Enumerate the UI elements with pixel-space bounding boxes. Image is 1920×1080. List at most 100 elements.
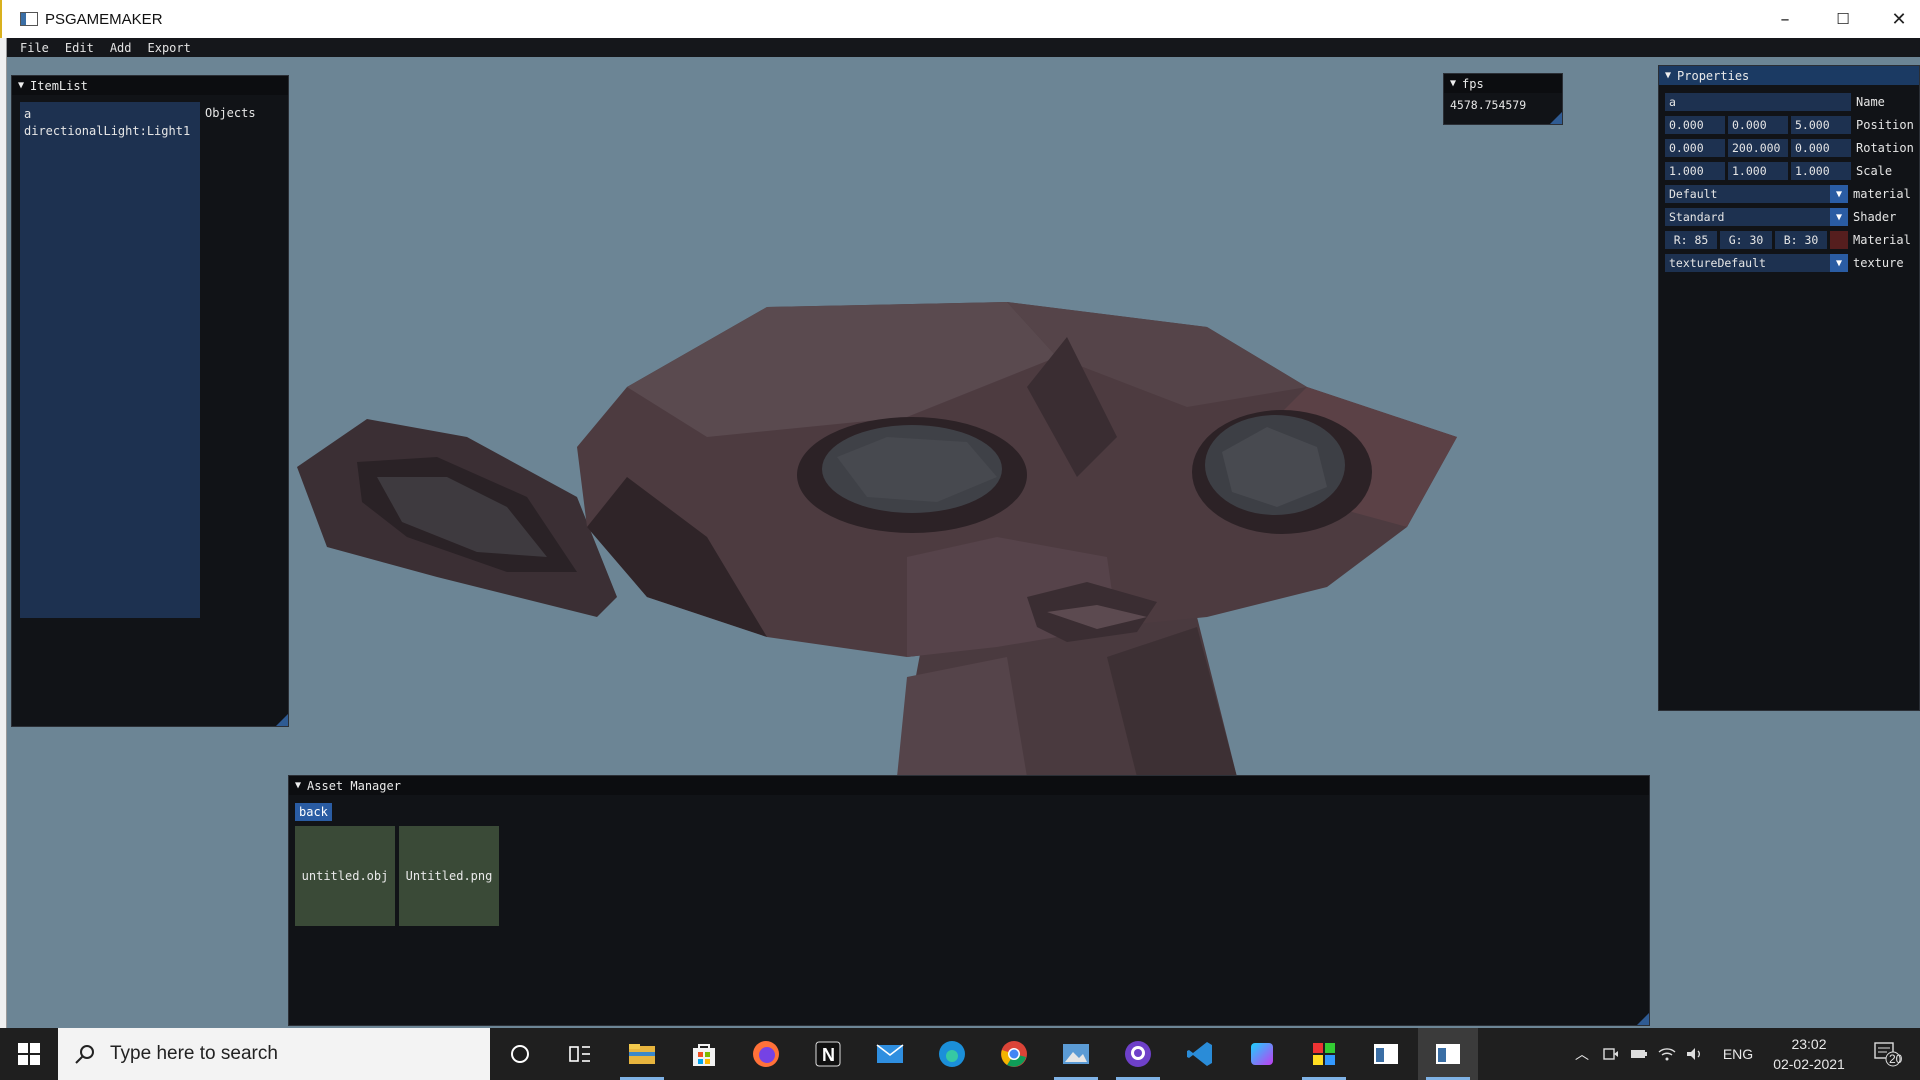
rotation-y-input[interactable]: 200.000 xyxy=(1728,139,1788,157)
itemlist-title-bar[interactable]: ▼ ItemList xyxy=(12,76,288,95)
objects-label: Objects xyxy=(205,106,256,120)
resize-grip[interactable] xyxy=(276,714,288,726)
material-color-row: R: 85 G: 30 B: 30 Material xyxy=(1665,231,1911,249)
window-left-edge xyxy=(0,38,7,1028)
maximize-button[interactable]: ☐ xyxy=(1814,0,1872,38)
position-y-input[interactable]: 0.000 xyxy=(1728,116,1788,134)
list-item[interactable]: directionalLight:Light1 xyxy=(24,123,196,140)
rotation-label: Rotation xyxy=(1856,141,1914,155)
texture-label: texture xyxy=(1853,256,1904,270)
vscode-icon[interactable] xyxy=(1170,1028,1230,1080)
color-r-input[interactable]: R: 85 xyxy=(1665,231,1717,249)
position-row: 0.000 0.000 5.000 Position xyxy=(1665,116,1914,134)
texture-row: textureDefault ▼ texture xyxy=(1665,254,1904,272)
firefox-icon[interactable] xyxy=(736,1028,796,1080)
github-icon[interactable] xyxy=(1108,1028,1168,1080)
name-row: a Name xyxy=(1665,93,1885,111)
photos-icon[interactable] xyxy=(1046,1028,1106,1080)
windows-logo-icon xyxy=(18,1043,40,1065)
scale-row: 1.000 1.000 1.000 Scale xyxy=(1665,162,1892,180)
scale-y-input[interactable]: 1.000 xyxy=(1728,162,1788,180)
menu-export[interactable]: Export xyxy=(148,41,191,55)
scale-x-input[interactable]: 1.000 xyxy=(1665,162,1725,180)
name-input[interactable]: a xyxy=(1665,93,1851,111)
back-button[interactable]: back xyxy=(295,803,332,821)
chevron-down-icon[interactable]: ▼ xyxy=(1830,185,1848,203)
color-swatch[interactable] xyxy=(1830,231,1848,249)
position-label: Position xyxy=(1856,118,1914,132)
svg-text:N: N xyxy=(822,1045,835,1065)
itemlist-listbox[interactable]: a directionalLight:Light1 xyxy=(20,102,200,618)
fps-title: fps xyxy=(1462,76,1484,91)
language-indicator[interactable]: ENG xyxy=(1716,1028,1760,1080)
file-explorer-icon[interactable] xyxy=(612,1028,672,1080)
meet-now-icon[interactable] xyxy=(1598,1028,1624,1080)
itemlist-panel: ▼ ItemList a directionalLight:Light1 Obj… xyxy=(11,75,289,727)
taskbar: Type here to search N ︿ ENG 23:02 02-02-… xyxy=(0,1028,1920,1080)
asset-tile[interactable]: Untitled.png xyxy=(399,826,499,926)
psgamemaker-taskbar-icon[interactable] xyxy=(1418,1028,1478,1080)
clock[interactable]: 23:02 02-02-2021 xyxy=(1764,1028,1854,1080)
fps-title-bar[interactable]: ▼ fps xyxy=(1444,74,1562,93)
collapse-triangle-icon[interactable]: ▼ xyxy=(295,780,301,791)
properties-title-bar[interactable]: ▼ Properties xyxy=(1659,66,1919,85)
window-app-icon[interactable] xyxy=(1356,1028,1416,1080)
color-g-input[interactable]: G: 30 xyxy=(1720,231,1772,249)
notification-center-button[interactable]: 20 xyxy=(1862,1028,1912,1080)
task-view-icon[interactable] xyxy=(550,1028,610,1080)
position-x-input[interactable]: 0.000 xyxy=(1665,116,1725,134)
volume-icon[interactable] xyxy=(1682,1028,1708,1080)
properties-title: Properties xyxy=(1677,68,1750,83)
asset-manager-title: Asset Manager xyxy=(307,778,401,793)
collapse-triangle-icon[interactable]: ▼ xyxy=(18,80,24,91)
scene-viewport[interactable]: ▼ ItemList a directionalLight:Light1 Obj… xyxy=(7,57,1920,1027)
menu-file[interactable]: File xyxy=(20,41,49,55)
collapse-triangle-icon[interactable]: ▼ xyxy=(1450,78,1456,89)
shader-row: Standard ▼ Shader xyxy=(1665,208,1896,226)
resize-grip[interactable] xyxy=(1550,112,1562,124)
close-button[interactable]: ✕ xyxy=(1870,0,1920,38)
position-z-input[interactable]: 5.000 xyxy=(1791,116,1851,134)
cortana-icon[interactable] xyxy=(490,1028,550,1080)
asset-manager-title-bar[interactable]: ▼ Asset Manager xyxy=(289,776,1649,795)
material-select[interactable]: Default xyxy=(1665,185,1830,203)
color-b-input[interactable]: B: 30 xyxy=(1775,231,1827,249)
fps-panel: ▼ fps 4578.754579 xyxy=(1443,73,1563,125)
app-icon xyxy=(20,12,38,26)
properties-panel: ▼ Properties a Name 0.000 0.000 5.000 Po… xyxy=(1658,65,1920,711)
mail-icon[interactable] xyxy=(860,1028,920,1080)
edge-icon[interactable] xyxy=(922,1028,982,1080)
app-gradient-icon[interactable] xyxy=(1232,1028,1292,1080)
menu-bar: File Edit Add Export xyxy=(0,38,1920,57)
list-item[interactable]: a xyxy=(24,106,196,123)
taskbar-search-box[interactable]: Type here to search xyxy=(58,1028,490,1080)
chrome-icon[interactable] xyxy=(984,1028,1044,1080)
collapse-triangle-icon[interactable]: ▼ xyxy=(1665,70,1671,81)
chevron-up-icon[interactable]: ︿ xyxy=(1568,1028,1596,1080)
texture-select[interactable]: textureDefault xyxy=(1665,254,1830,272)
scale-z-input[interactable]: 1.000 xyxy=(1791,162,1851,180)
rotation-x-input[interactable]: 0.000 xyxy=(1665,139,1725,157)
scale-label: Scale xyxy=(1856,164,1893,178)
shader-select[interactable]: Standard xyxy=(1665,208,1830,226)
windows-start-button[interactable] xyxy=(0,1028,58,1080)
store-icon[interactable] xyxy=(674,1028,734,1080)
asset-manager-panel: ▼ Asset Manager back untitled.obj Untitl… xyxy=(288,775,1650,1026)
search-icon xyxy=(75,1045,94,1064)
minimize-button[interactable]: – xyxy=(1756,0,1814,38)
material-color-label: Material xyxy=(1853,233,1911,247)
window-title: PSGAMEMAKER xyxy=(45,10,163,28)
menu-add[interactable]: Add xyxy=(110,41,132,55)
chevron-down-icon[interactable]: ▼ xyxy=(1830,254,1848,272)
menu-edit[interactable]: Edit xyxy=(65,41,94,55)
asset-tile[interactable]: untitled.obj xyxy=(295,826,395,926)
fps-value: 4578.754579 xyxy=(1450,98,1527,112)
chevron-down-icon[interactable]: ▼ xyxy=(1830,208,1848,226)
rotation-z-input[interactable]: 0.000 xyxy=(1791,139,1851,157)
notion-icon[interactable]: N xyxy=(798,1028,858,1080)
wifi-icon[interactable] xyxy=(1654,1028,1680,1080)
battery-icon[interactable] xyxy=(1626,1028,1652,1080)
resize-grip[interactable] xyxy=(1637,1013,1649,1025)
colorful-app-icon[interactable] xyxy=(1294,1028,1354,1080)
notification-count: 20 xyxy=(1889,1052,1903,1066)
